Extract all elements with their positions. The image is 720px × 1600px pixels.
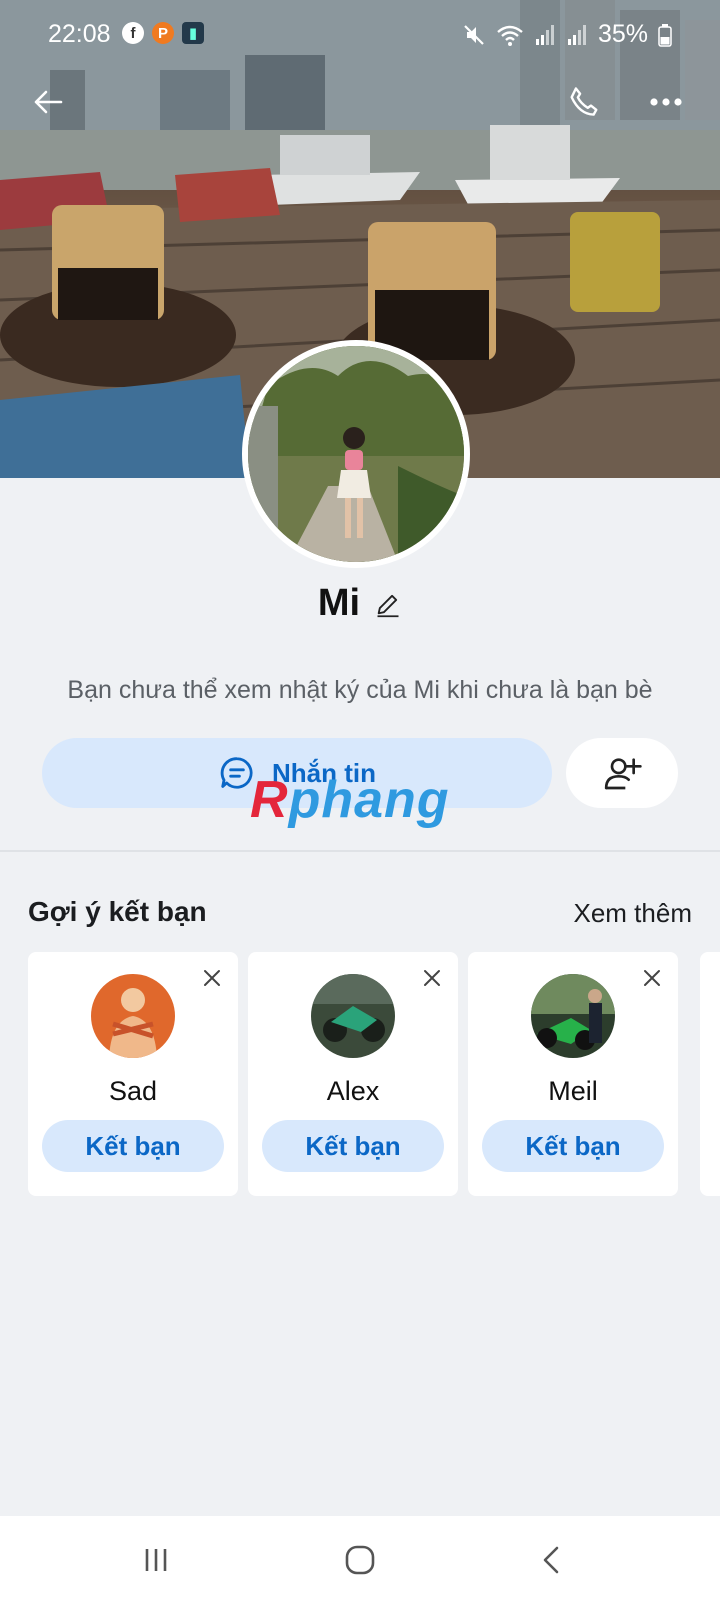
- back-arrow-icon: [34, 90, 63, 114]
- profile-name: Mi: [317, 582, 361, 624]
- call-button[interactable]: [562, 80, 606, 124]
- home-button[interactable]: [338, 1538, 382, 1582]
- suggestion-card[interactable]: Meil Kết bạn: [468, 952, 678, 1196]
- back-button[interactable]: [26, 80, 70, 124]
- suggestion-card-peek[interactable]: [700, 952, 720, 1196]
- avatar[interactable]: [311, 974, 395, 1058]
- status-bar: 22:08 f P ▮ 35%: [0, 0, 720, 64]
- system-navigation-bar: [0, 1516, 720, 1600]
- suggestion-name: Meil: [548, 1076, 598, 1106]
- suggestion-card[interactable]: Alex Kết bạn: [248, 952, 458, 1196]
- profile-avatar[interactable]: [242, 340, 470, 568]
- avatar-photo: [531, 974, 615, 1058]
- status-right: 35%: [462, 20, 672, 49]
- chevron-left-icon: [543, 1546, 559, 1574]
- p-app-icon: P: [152, 22, 174, 44]
- avatar-photo: [91, 974, 175, 1058]
- watermark-logo: Rphang: [250, 770, 450, 830]
- status-app-icons: f P ▮: [122, 22, 204, 44]
- facebook-icon: f: [122, 22, 144, 44]
- add-friend-button[interactable]: Kết bạn: [262, 1120, 444, 1172]
- profile-name-row: Mi: [0, 582, 720, 625]
- add-friend-button[interactable]: Kết bạn: [482, 1120, 664, 1172]
- add-user-icon: [604, 758, 642, 790]
- avatar-photo: [248, 346, 464, 562]
- signal-icon: [567, 24, 586, 45]
- suggestion-name: Sad: [108, 1076, 158, 1106]
- game-app-icon: ▮: [182, 22, 204, 44]
- see-more-link[interactable]: Xem thêm: [574, 898, 693, 929]
- signal-icon: [535, 24, 554, 45]
- home-icon: [345, 1545, 375, 1575]
- wifi-icon: [497, 25, 523, 46]
- close-icon[interactable]: [420, 966, 444, 990]
- add-friend-button[interactable]: [566, 738, 678, 808]
- battery-icon: [658, 23, 672, 47]
- avatar-photo: [311, 974, 395, 1058]
- more-dots-icon: [650, 98, 682, 106]
- watermark-initial: R: [250, 771, 289, 829]
- diary-privacy-notice: Bạn chưa thể xem nhật ký của Mi khi chưa…: [67, 676, 653, 704]
- section-divider: [0, 850, 720, 852]
- edit-pencil-icon[interactable]: [374, 590, 402, 618]
- phone-icon: [570, 87, 598, 116]
- suggestion-card[interactable]: Sad Kết bạn: [28, 952, 238, 1196]
- battery-percent: 35%: [597, 20, 648, 48]
- add-friend-button[interactable]: Kết bạn: [42, 1120, 224, 1172]
- suggestion-name: Alex: [326, 1076, 380, 1106]
- avatar[interactable]: [531, 974, 615, 1058]
- back-nav-button[interactable]: [530, 1538, 574, 1582]
- status-time: 22:08: [48, 20, 111, 48]
- more-options-button[interactable]: [644, 80, 688, 124]
- mute-icon: [464, 24, 484, 45]
- recent-apps-icon: [145, 1549, 167, 1571]
- avatar[interactable]: [91, 974, 175, 1058]
- close-icon[interactable]: [640, 966, 664, 990]
- watermark-rest: phang: [288, 771, 450, 829]
- close-icon[interactable]: [200, 966, 224, 990]
- friend-suggestions-title: Gợi ý kết bạn: [28, 896, 207, 927]
- recent-apps-button[interactable]: [134, 1538, 178, 1582]
